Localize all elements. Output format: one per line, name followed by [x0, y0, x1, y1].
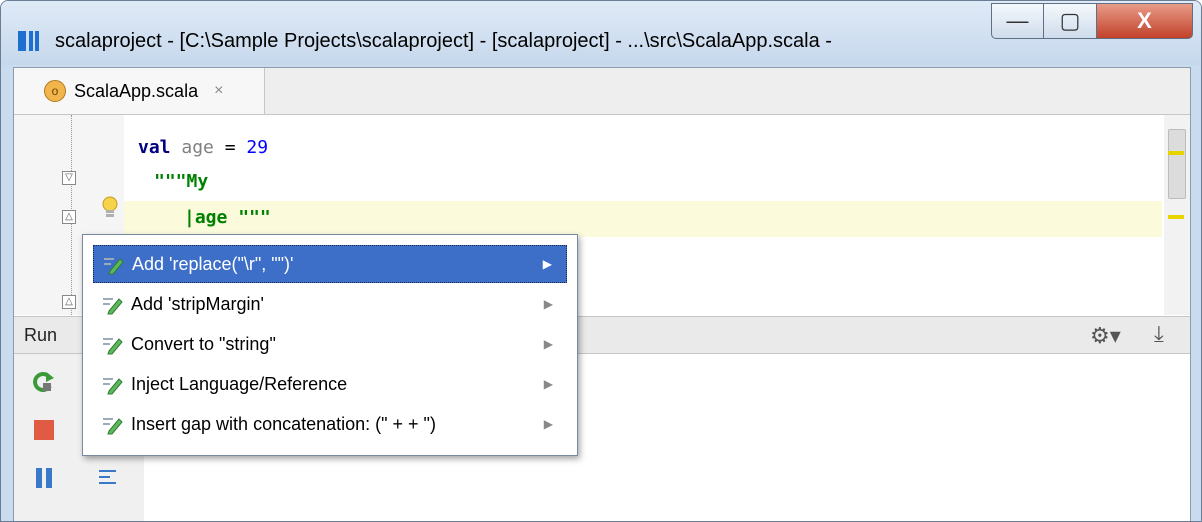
run-toolbar — [14, 354, 75, 521]
warning-marker[interactable] — [1168, 151, 1184, 155]
intention-pencil-icon — [103, 418, 123, 435]
intention-actions-popup: Add 'replace("\r", "")' ▶ Add 'stripMarg… — [82, 234, 578, 456]
code-line-3: |age """ — [184, 207, 271, 228]
stop-icon — [34, 420, 54, 440]
identifier-token: age — [181, 137, 214, 158]
menu-item-add-replace[interactable]: Add 'replace("\r", "")' ▶ — [93, 245, 567, 283]
tab-scalaapp[interactable]: o ScalaApp.scala × — [14, 68, 265, 114]
string-token: """ — [227, 207, 271, 228]
keyword-token: val — [138, 137, 171, 158]
code-line-2: """My — [154, 171, 208, 192]
fold-marker-icon[interactable]: ▽ — [62, 171, 76, 185]
submenu-arrow-icon: ▶ — [543, 377, 553, 391]
menu-item-insert-gap[interactable]: Insert gap with concatenation: (" + + ")… — [93, 405, 567, 443]
ide-window: scalaproject - [C:\Sample Projects\scala… — [0, 0, 1202, 522]
string-token: |age — [184, 207, 228, 228]
stop-button[interactable] — [30, 416, 58, 444]
editor-tab-bar: o ScalaApp.scala × — [14, 68, 1190, 115]
menu-item-convert-to-string[interactable]: Convert to "string" ▶ — [93, 325, 567, 363]
tab-close-icon[interactable]: × — [214, 82, 223, 100]
number-token: 29 — [246, 137, 269, 158]
intention-pencil-icon — [103, 338, 123, 355]
submenu-arrow-icon: ▶ — [543, 337, 553, 351]
menu-item-label: Add 'stripMargin' — [131, 293, 264, 314]
close-button[interactable]: X — [1096, 3, 1193, 39]
intellij-app-icon — [18, 31, 39, 51]
close-icon: X — [1137, 8, 1152, 33]
menu-item-label: Convert to "string" — [131, 333, 276, 354]
string-token: """My — [154, 171, 209, 192]
rerun-button[interactable] — [30, 368, 58, 396]
current-line-highlight — [124, 201, 1162, 237]
menu-item-label: Insert gap with concatenation: (" + + ") — [131, 413, 436, 434]
maximize-icon: ▢ — [1059, 8, 1081, 33]
tab-label: ScalaApp.scala — [74, 80, 199, 101]
window-title: scalaproject - [C:\Sample Projects\scala… — [55, 30, 832, 52]
intention-pencil-icon — [103, 298, 123, 315]
fold-marker-icon[interactable]: △ — [62, 210, 76, 224]
pause-icon — [36, 468, 52, 488]
fold-marker-icon[interactable]: △ — [62, 295, 76, 309]
submenu-arrow-icon: ▶ — [543, 297, 553, 311]
editor-scrollbar[interactable] — [1164, 115, 1190, 315]
soft-wrap-button[interactable] — [94, 464, 122, 492]
soft-wrap-icon — [99, 470, 116, 484]
intention-pencil-icon — [104, 258, 124, 275]
menu-item-label: Inject Language/Reference — [131, 373, 348, 394]
operator-token: = — [213, 137, 247, 158]
maximize-button[interactable]: ▢ — [1043, 3, 1097, 39]
title-bar[interactable]: scalaproject - [C:\Sample Projects\scala… — [1, 1, 1201, 65]
intention-pencil-icon — [103, 378, 123, 395]
minimize-button[interactable]: — — [991, 3, 1044, 39]
lightbulb-icon[interactable] — [100, 195, 120, 221]
gear-icon[interactable]: ⚙▾ — [1090, 323, 1121, 349]
submenu-arrow-icon: ▶ — [542, 257, 552, 271]
warning-marker[interactable] — [1168, 215, 1184, 219]
submenu-arrow-icon: ▶ — [543, 417, 553, 431]
download-icon[interactable]: ⤓ — [1154, 321, 1164, 347]
scala-object-icon: o — [44, 80, 66, 102]
scrollbar-thumb[interactable] — [1168, 129, 1186, 199]
rerun-icon — [33, 372, 54, 392]
code-line-1: val age = 29 — [138, 137, 268, 158]
menu-item-inject-language[interactable]: Inject Language/Reference ▶ — [93, 365, 567, 403]
run-panel-title[interactable]: Run — [24, 325, 57, 346]
minimize-icon: — — [1006, 8, 1029, 33]
menu-item-add-stripmargin[interactable]: Add 'stripMargin' ▶ — [93, 285, 567, 323]
pause-button[interactable] — [30, 464, 58, 492]
menu-item-label: Add 'replace("\r", "")' — [132, 253, 294, 274]
